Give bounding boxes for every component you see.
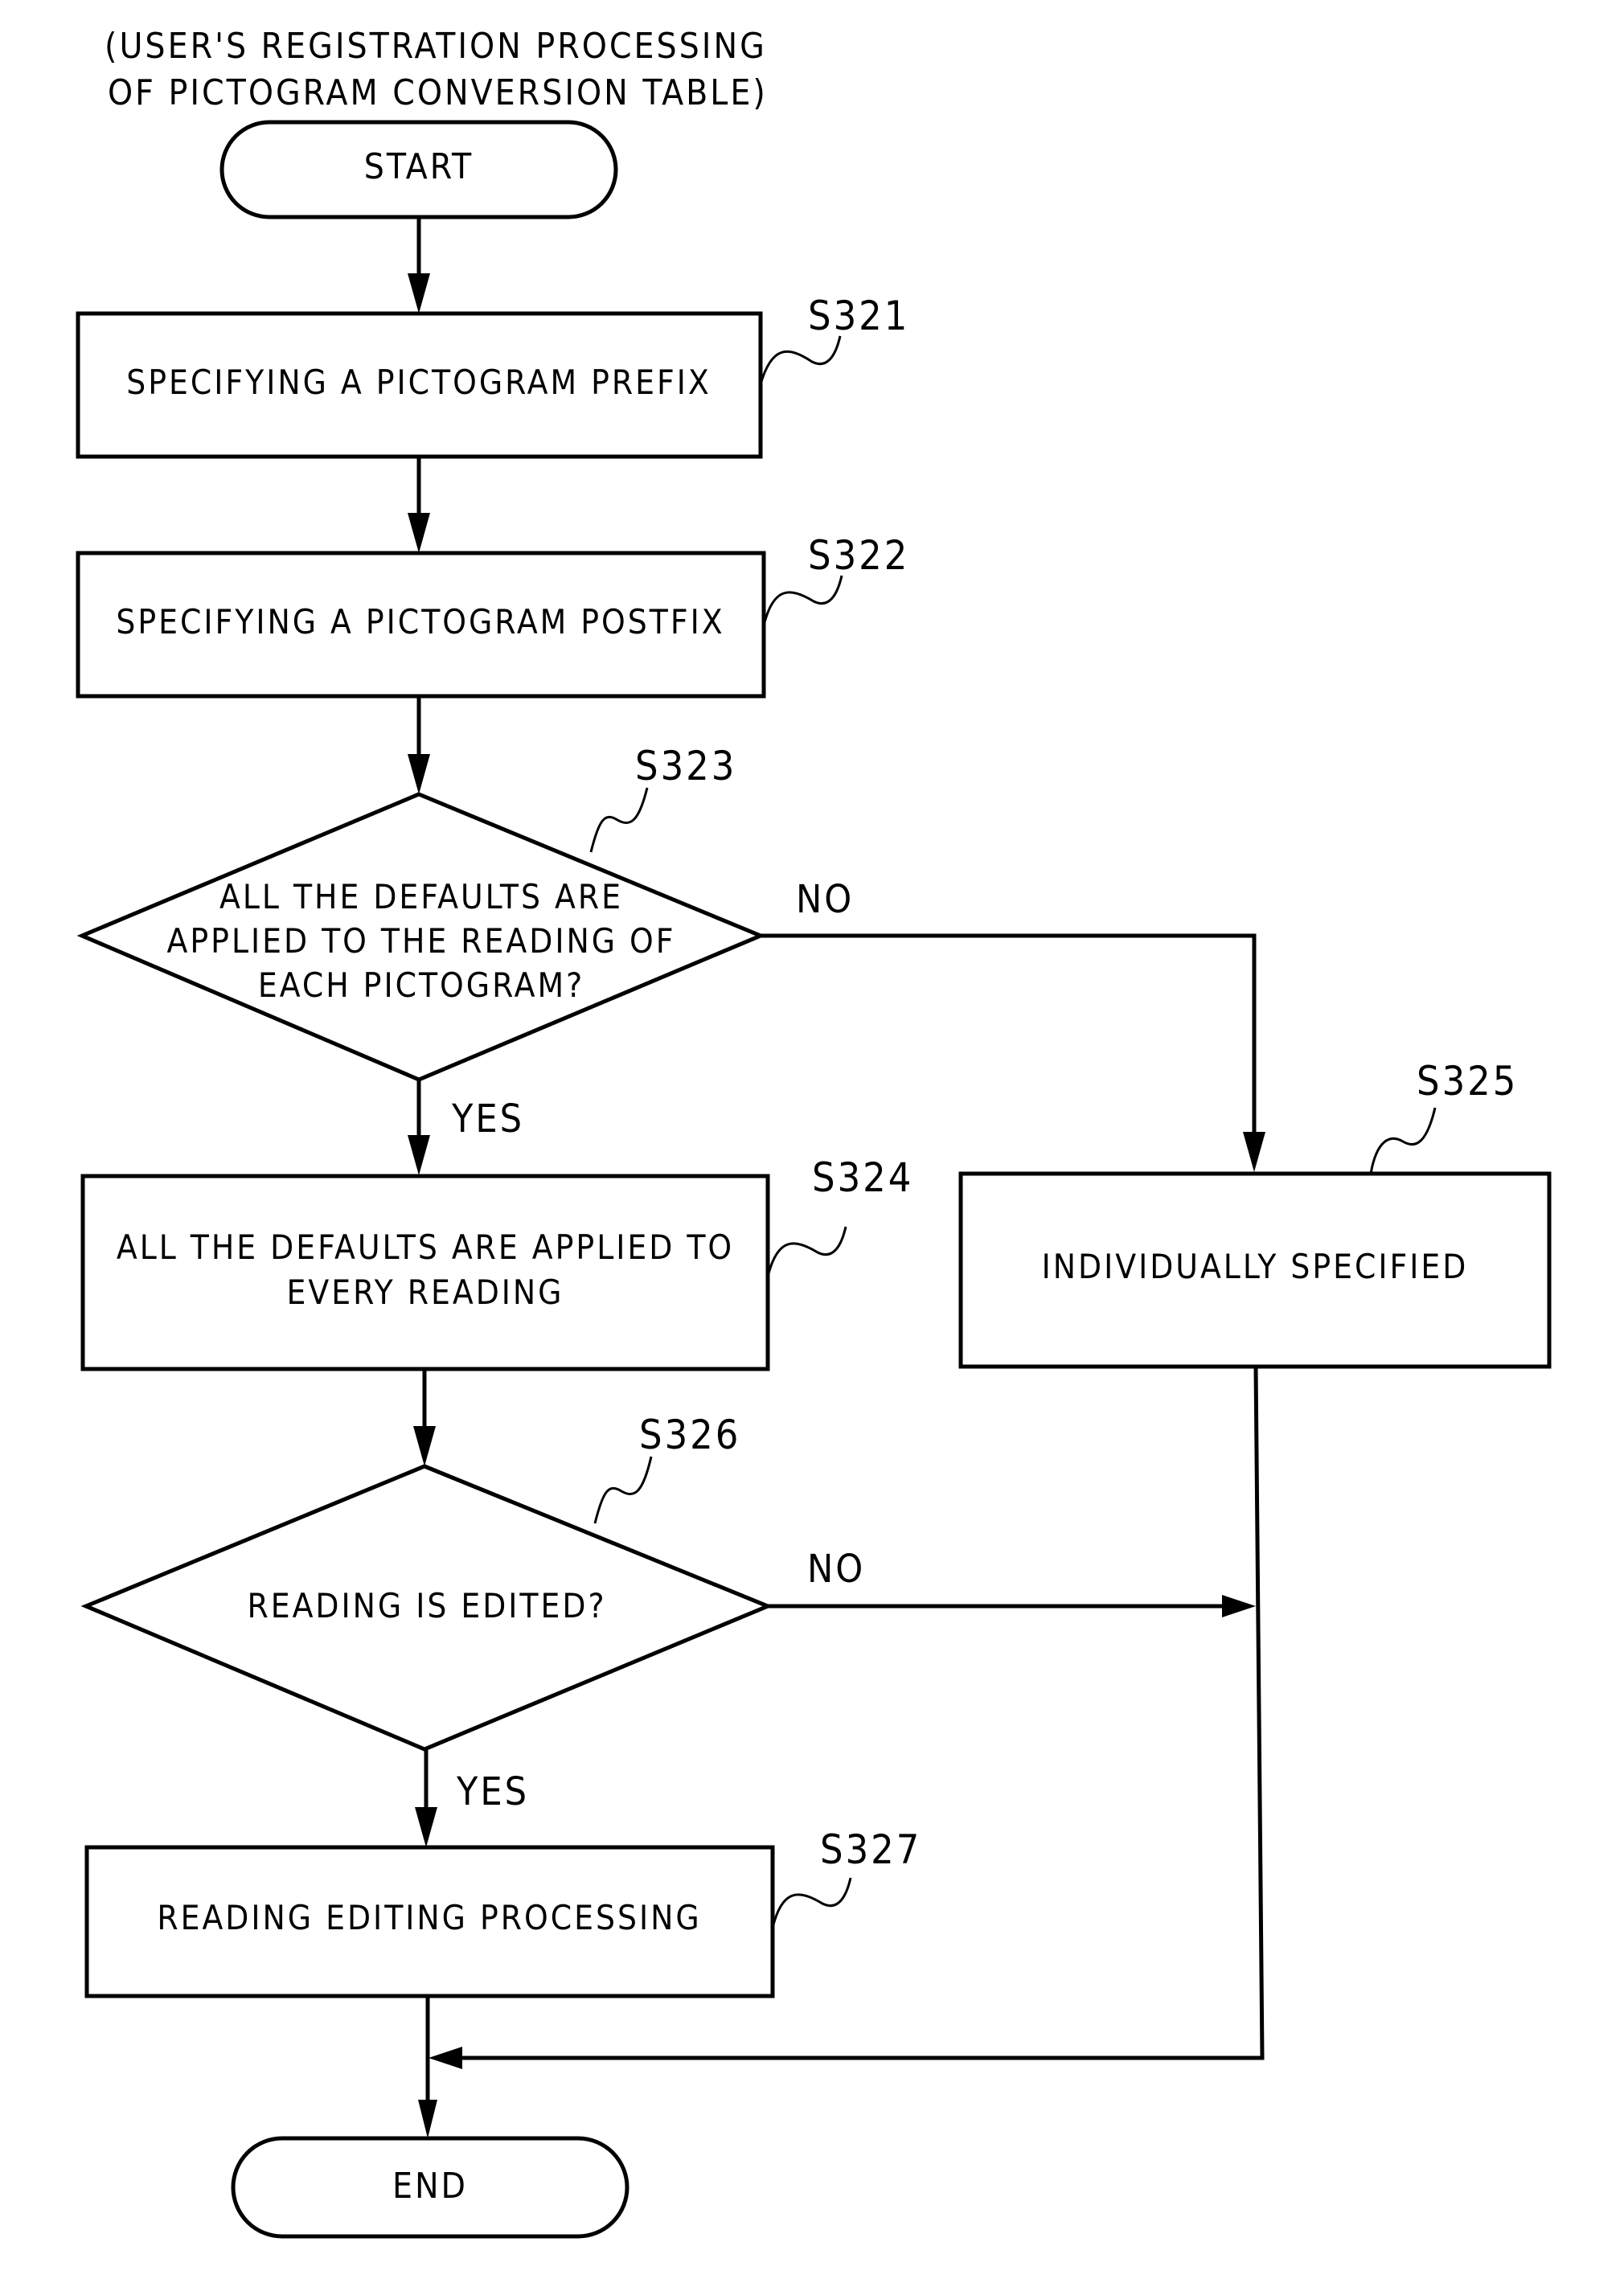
s326-no-label: NO bbox=[807, 1547, 865, 1592]
decision-s323-line-2: APPLIED TO THE READING OF bbox=[167, 921, 676, 961]
step-s327-text: READING EDITING PROCESSING bbox=[157, 1898, 701, 1937]
s321-leader bbox=[759, 335, 842, 385]
step-s327: READING EDITING PROCESSING S327 bbox=[84, 1826, 921, 1998]
s326-leader bbox=[593, 1456, 653, 1524]
step-s324: ALL THE DEFAULTS ARE APPLIED TO EVERY RE… bbox=[80, 1154, 913, 1371]
title-line-2: OF PICTOGRAM CONVERSION TABLE) bbox=[108, 72, 768, 113]
s323-yes-label: YES bbox=[451, 1096, 524, 1142]
flowchart-canvas: (USER'S REGISTRATION PROCESSING OF PICTO… bbox=[76, 26, 1552, 2239]
title-line-1: (USER'S REGISTRATION PROCESSING bbox=[105, 26, 767, 67]
step-s324-line-2: EVERY READING bbox=[287, 1273, 564, 1312]
arrowhead bbox=[1222, 1595, 1256, 1617]
decision-s323-line-3: EACH PICTOGRAM? bbox=[258, 965, 584, 1005]
s327-leader bbox=[771, 1877, 852, 1928]
arrowhead bbox=[415, 1807, 437, 1847]
arrowhead bbox=[429, 2047, 462, 2069]
step-s322-text: SPECIFYING A PICTOGRAM POSTFIX bbox=[116, 602, 724, 641]
step-s322: SPECIFYING A PICTOGRAM POSTFIX S322 bbox=[76, 532, 909, 699]
step-s327-id: S327 bbox=[820, 1826, 921, 1873]
step-s321-text: SPECIFYING A PICTOGRAM PREFIX bbox=[126, 363, 712, 402]
step-s321-id: S321 bbox=[808, 293, 909, 339]
arrowhead bbox=[1243, 1132, 1265, 1172]
arrowhead bbox=[413, 1426, 436, 1466]
start-label: START bbox=[364, 146, 474, 187]
arrowhead bbox=[408, 1135, 430, 1175]
step-s325-id: S325 bbox=[1417, 1058, 1518, 1105]
flowchart: (USER'S REGISTRATION PROCESSING OF PICTO… bbox=[0, 0, 1624, 2283]
step-s322-id: S322 bbox=[808, 532, 909, 579]
s323-no-label: NO bbox=[796, 877, 854, 922]
decision-s323-line-1: ALL THE DEFAULTS ARE bbox=[219, 877, 623, 916]
decision-s323: ALL THE DEFAULTS ARE APPLIED TO THE READ… bbox=[76, 743, 766, 1082]
decision-s326-text: READING IS EDITED? bbox=[247, 1586, 606, 1625]
step-s321: SPECIFYING A PICTOGRAM PREFIX S321 bbox=[76, 293, 909, 459]
decision-s326: READING IS EDITED? S326 bbox=[80, 1412, 773, 1752]
arrowhead bbox=[408, 513, 430, 553]
step-s325-text: INDIVIDUALLY SPECIFIED bbox=[1042, 1247, 1469, 1286]
s322-leader bbox=[762, 575, 843, 626]
s323-leader bbox=[589, 787, 649, 853]
end-label: END bbox=[392, 2166, 468, 2207]
arrowhead bbox=[418, 2100, 437, 2138]
s326-yes-label: YES bbox=[456, 1769, 529, 1814]
s325-leader bbox=[1369, 1107, 1437, 1174]
step-s324-id: S324 bbox=[812, 1154, 913, 1201]
s324-leader bbox=[766, 1226, 847, 1277]
arrowhead bbox=[408, 754, 430, 794]
decision-s323-id: S323 bbox=[635, 743, 736, 789]
arrowhead bbox=[408, 273, 430, 314]
decision-s326-id: S326 bbox=[639, 1412, 740, 1458]
end-terminal: END bbox=[231, 2136, 630, 2239]
start-terminal: START bbox=[219, 120, 618, 219]
connector-s323-no bbox=[761, 933, 1257, 1142]
step-s324-line-1: ALL THE DEFAULTS ARE APPLIED TO bbox=[117, 1228, 734, 1267]
